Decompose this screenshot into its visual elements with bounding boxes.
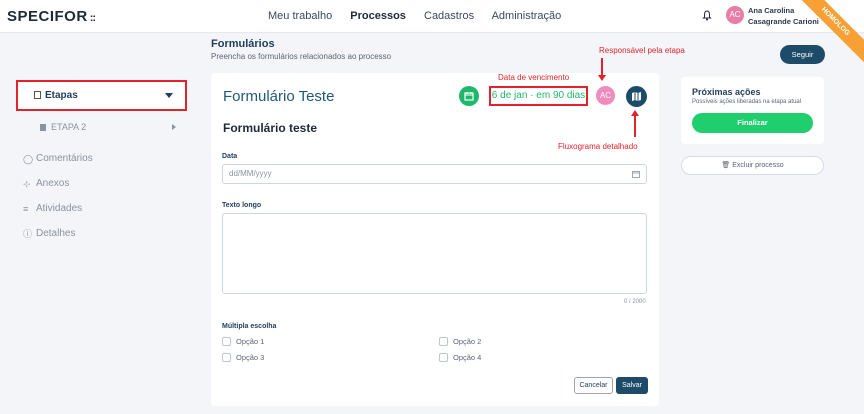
sidebar-item-anexos[interactable]: ⊹ Anexos bbox=[23, 178, 69, 189]
logo[interactable]: SPECIFOR:: bbox=[7, 8, 96, 25]
checkbox[interactable] bbox=[439, 353, 448, 362]
chevron-right-icon[interactable] bbox=[172, 124, 176, 130]
multi-choice-label: Múltipla escolha bbox=[222, 323, 277, 330]
form-card: Formulário Teste 6 de jan · em 90 dias A… bbox=[211, 73, 659, 406]
nav-administracao[interactable]: Administração bbox=[492, 10, 562, 22]
list-icon: ≡ bbox=[23, 204, 29, 214]
user-avatar[interactable]: AC bbox=[726, 6, 744, 24]
chevron-down-icon[interactable] bbox=[165, 93, 173, 98]
nav-cadastros[interactable]: Cadastros bbox=[424, 10, 474, 22]
date-field[interactable]: dd/MM/yyyy bbox=[222, 164, 647, 184]
option-4[interactable]: Opção 4 bbox=[439, 353, 481, 362]
nav-meu-trabalho[interactable]: Meu trabalho bbox=[268, 10, 332, 22]
sidebar-etapas-label: Etapas bbox=[45, 90, 78, 101]
sidebar-etapas[interactable]: Etapas bbox=[16, 80, 187, 111]
save-button[interactable]: Salvar bbox=[616, 377, 648, 394]
due-date-button[interactable] bbox=[459, 86, 479, 106]
checkbox[interactable] bbox=[222, 353, 231, 362]
option-1[interactable]: Opção 1 bbox=[222, 337, 264, 346]
due-date[interactable]: 6 de jan · em 90 dias bbox=[489, 86, 588, 106]
date-placeholder: dd/MM/yyyy bbox=[229, 169, 272, 178]
nav-processos[interactable]: Processos bbox=[350, 10, 406, 22]
document-icon bbox=[34, 91, 41, 99]
calendar-icon bbox=[464, 92, 474, 101]
annotation-arrow-down bbox=[598, 58, 606, 81]
form-title: Formulário Teste bbox=[223, 88, 335, 105]
form-subtitle: Formulário teste bbox=[223, 121, 318, 135]
assignee-avatar[interactable]: AC bbox=[596, 86, 615, 105]
annotation-due-date: Data de vencimento bbox=[498, 73, 570, 82]
annotation-arrow-up bbox=[631, 110, 639, 137]
long-text-field[interactable] bbox=[222, 213, 647, 294]
comment-icon: ◯ bbox=[23, 154, 34, 164]
flowchart-button[interactable] bbox=[626, 86, 647, 107]
logo-mark: :: bbox=[89, 12, 96, 24]
delete-process-button[interactable]: 🗑 Excluir processo bbox=[681, 156, 824, 175]
follow-button[interactable]: Seguir bbox=[780, 45, 825, 64]
checkbox[interactable] bbox=[222, 337, 231, 346]
cancel-button[interactable]: Cancelar bbox=[574, 377, 613, 394]
top-bar: SPECIFOR:: Meu trabalho Processos Cadast… bbox=[0, 0, 864, 67]
document-icon bbox=[40, 124, 46, 131]
sidebar-item-detalhes[interactable]: ⓘ Detalhes bbox=[23, 228, 75, 239]
next-actions-title: Próximas ações bbox=[692, 87, 761, 97]
option-3[interactable]: Opção 3 bbox=[222, 353, 264, 362]
long-text-label: Texto longo bbox=[222, 202, 262, 209]
annotation-responsible: Responsável pela etapa bbox=[599, 46, 685, 55]
info-icon: ⓘ bbox=[23, 229, 33, 239]
next-actions-card: Próximas ações Possíveis ações liberadas… bbox=[681, 77, 824, 144]
option-2[interactable]: Opção 2 bbox=[439, 337, 481, 346]
sidebar-item-comentarios[interactable]: ◯ Comentários bbox=[23, 153, 93, 164]
paperclip-icon: ⊹ bbox=[23, 179, 31, 189]
bell-icon[interactable] bbox=[702, 10, 712, 21]
sidebar-item-etapa-2[interactable]: ETAPA 2 bbox=[40, 122, 86, 132]
sidebar-item-atividades[interactable]: ≡ Atividades bbox=[23, 203, 82, 214]
next-actions-subtitle: Possíveis ações liberadas na etapa atual bbox=[692, 99, 802, 105]
finalize-button[interactable]: Finalizar bbox=[692, 113, 813, 133]
page-title: Formulários bbox=[211, 38, 275, 50]
main-nav: Meu trabalho Processos Cadastros Adminis… bbox=[268, 10, 576, 22]
annotation-flowchart: Fluxograma detalhado bbox=[558, 142, 638, 151]
sidebar-etapas-label-wrap: Etapas bbox=[34, 90, 78, 101]
trash-icon: 🗑 bbox=[721, 162, 733, 169]
map-icon bbox=[632, 92, 641, 101]
page-subtitle: Preencha os formulários relacionados ao … bbox=[211, 52, 392, 61]
checkbox[interactable] bbox=[439, 337, 448, 346]
char-counter: 0 / 2000 bbox=[624, 299, 646, 305]
date-label: Data bbox=[222, 153, 238, 160]
calendar-icon[interactable] bbox=[632, 170, 640, 178]
